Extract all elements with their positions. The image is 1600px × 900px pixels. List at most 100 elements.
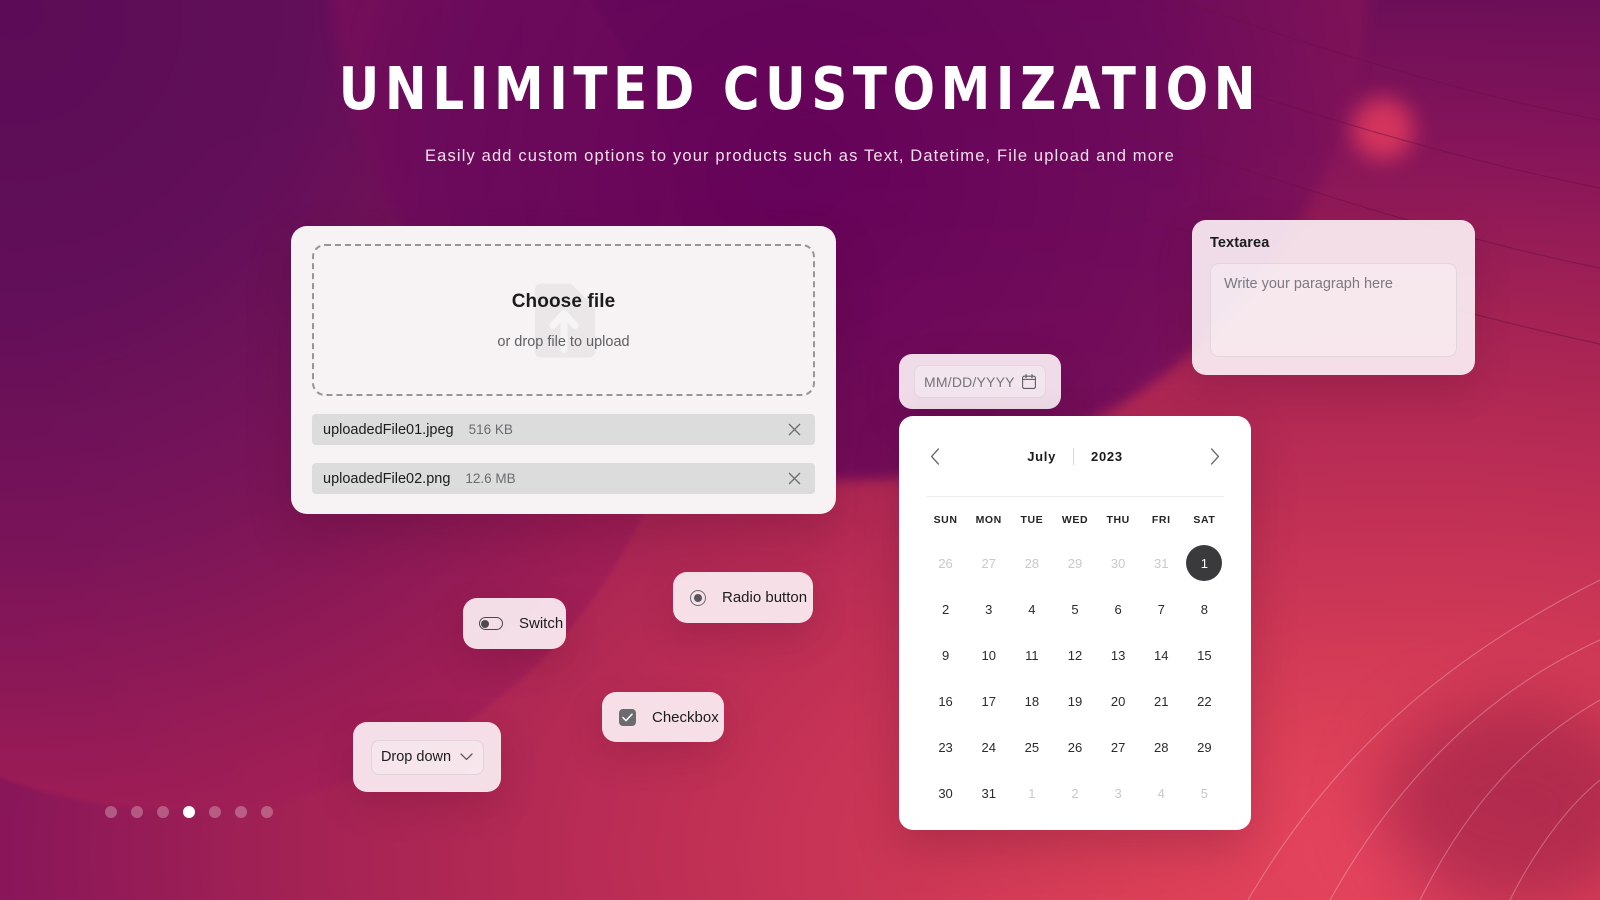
calendar-day[interactable]: 11 — [1010, 632, 1053, 678]
calendar-day[interactable]: 4 — [1010, 586, 1053, 632]
pagination-dot[interactable] — [209, 806, 221, 818]
calendar-day[interactable]: 30 — [924, 770, 967, 816]
calendar-day-value: 31 — [1154, 555, 1169, 571]
radio-inner-dot — [694, 593, 702, 602]
calendar-day-selected[interactable]: 1 — [1183, 540, 1226, 586]
calendar-day[interactable]: 6 — [1097, 586, 1140, 632]
calendar-day[interactable]: 19 — [1053, 678, 1096, 724]
calendar-day-value: 5 — [1200, 785, 1209, 801]
toggle-off-icon[interactable] — [479, 617, 503, 630]
calendar-day[interactable]: 20 — [1097, 678, 1140, 724]
check-icon[interactable] — [619, 708, 636, 726]
chevron-right-icon[interactable] — [1204, 445, 1226, 467]
calendar-day-value: 19 — [1067, 693, 1083, 709]
calendar-day[interactable]: 23 — [924, 724, 967, 770]
page-title: UNLIMITED CUSTOMIZATION — [338, 54, 1262, 123]
dropdown-value: Drop down — [380, 749, 452, 765]
calendar-day[interactable]: 2 — [1053, 770, 1096, 816]
calendar-day[interactable]: 30 — [1097, 540, 1140, 586]
pagination-dot-active[interactable] — [183, 806, 195, 818]
calendar-weekday: SAT — [1193, 514, 1216, 526]
chevron-left-icon[interactable] — [924, 445, 946, 467]
pagination-dot[interactable] — [105, 806, 117, 818]
pagination-dots — [105, 806, 273, 818]
calendar-day-value: 20 — [1110, 693, 1126, 709]
calendar-day-grid: 26 27 28 29 30 31 1 2 3 4 5 6 7 8 9 10 11 12 13 14 15 16 17 18 1… — [924, 540, 1226, 816]
calendar-day-value: 27 — [1110, 739, 1126, 755]
switch-label: Switch — [519, 615, 564, 632]
calendar-day[interactable]: 31 — [967, 770, 1010, 816]
calendar-day[interactable]: 31 — [1140, 540, 1183, 586]
date-input[interactable]: MM/DD/YYYY — [914, 365, 1046, 398]
date-input-card: MM/DD/YYYY — [899, 354, 1061, 409]
calendar-day[interactable]: 3 — [1097, 770, 1140, 816]
file-size: 12.6 MB — [465, 471, 516, 486]
calendar-day-value: 22 — [1197, 693, 1212, 709]
calendar-day[interactable]: 28 — [1010, 540, 1053, 586]
pagination-dot[interactable] — [261, 806, 273, 818]
calendar-day[interactable]: 10 — [967, 632, 1010, 678]
close-icon[interactable] — [785, 421, 803, 439]
calendar-day[interactable]: 8 — [1183, 586, 1226, 632]
calendar-day-value: 4 — [1028, 601, 1036, 617]
calendar-day[interactable]: 27 — [1097, 724, 1140, 770]
pagination-dot[interactable] — [131, 806, 143, 818]
calendar-day[interactable]: 21 — [1140, 678, 1183, 724]
calendar-day[interactable]: 22 — [1183, 678, 1226, 724]
calendar-day-value: 3 — [1114, 785, 1122, 801]
calendar-day-value: 7 — [1157, 601, 1165, 617]
calendar-day[interactable]: 2 — [924, 586, 967, 632]
divider — [926, 496, 1224, 497]
calendar-header: July 2023 — [924, 416, 1226, 496]
calendar-day-value: 28 — [1024, 555, 1040, 571]
divider — [1073, 447, 1075, 465]
calendar-icon[interactable] — [1022, 374, 1036, 389]
file-name: uploadedFile01.jpeg — [323, 421, 454, 438]
calendar-day[interactable]: 5 — [1183, 770, 1226, 816]
pagination-dot[interactable] — [235, 806, 247, 818]
calendar-day[interactable]: 13 — [1097, 632, 1140, 678]
calendar-day[interactable]: 14 — [1140, 632, 1183, 678]
calendar-day[interactable]: 7 — [1140, 586, 1183, 632]
textarea-input[interactable]: Write your paragraph here — [1210, 263, 1457, 357]
calendar-day-value: 24 — [981, 739, 996, 755]
calendar-day-value: 3 — [985, 601, 993, 617]
radio-selected-icon[interactable] — [690, 589, 706, 606]
calendar-day[interactable]: 4 — [1140, 770, 1183, 816]
calendar-day[interactable]: 25 — [1010, 724, 1053, 770]
radio-control[interactable]: Radio button — [673, 572, 813, 623]
calendar-day[interactable]: 26 — [1053, 724, 1096, 770]
calendar-weekday: MON — [975, 514, 1002, 526]
drop-file-hint: or drop file to upload — [497, 333, 630, 350]
calendar-day[interactable]: 18 — [1010, 678, 1053, 724]
calendar-day[interactable]: 28 — [1140, 724, 1183, 770]
calendar-day[interactable]: 3 — [967, 586, 1010, 632]
checkbox-control[interactable]: Checkbox — [602, 692, 724, 742]
calendar-day[interactable]: 1 — [1010, 770, 1053, 816]
calendar-day[interactable]: 29 — [1183, 724, 1226, 770]
pagination-dot[interactable] — [157, 806, 169, 818]
file-dropzone[interactable]: Choose file or drop file to upload — [312, 244, 815, 396]
calendar-day[interactable]: 26 — [924, 540, 967, 586]
textarea-card: Textarea Write your paragraph here — [1192, 220, 1475, 375]
calendar-day[interactable]: 16 — [924, 678, 967, 724]
calendar-day[interactable]: 9 — [924, 632, 967, 678]
close-icon[interactable] — [785, 470, 803, 488]
calendar-day[interactable]: 15 — [1183, 632, 1226, 678]
calendar-day[interactable]: 29 — [1053, 540, 1096, 586]
calendar-day[interactable]: 12 — [1053, 632, 1096, 678]
switch-control[interactable]: Switch — [463, 598, 566, 649]
calendar-year[interactable]: 2023 — [1091, 449, 1123, 464]
dropdown-control[interactable]: Drop down — [353, 722, 501, 792]
calendar-day[interactable]: 27 — [967, 540, 1010, 586]
calendar-month[interactable]: July — [1027, 449, 1056, 464]
calendar-day-value: 23 — [938, 739, 953, 755]
calendar-day[interactable]: 24 — [967, 724, 1010, 770]
calendar-day[interactable]: 5 — [1053, 586, 1096, 632]
dropdown-select[interactable]: Drop down — [370, 739, 484, 775]
calendar-day[interactable]: 17 — [967, 678, 1010, 724]
calendar-day-value: 30 — [1110, 555, 1126, 571]
calendar-day-value: 1 — [1028, 785, 1036, 801]
calendar-day-value: 8 — [1200, 601, 1209, 617]
calendar-day-value: 21 — [1154, 693, 1169, 709]
